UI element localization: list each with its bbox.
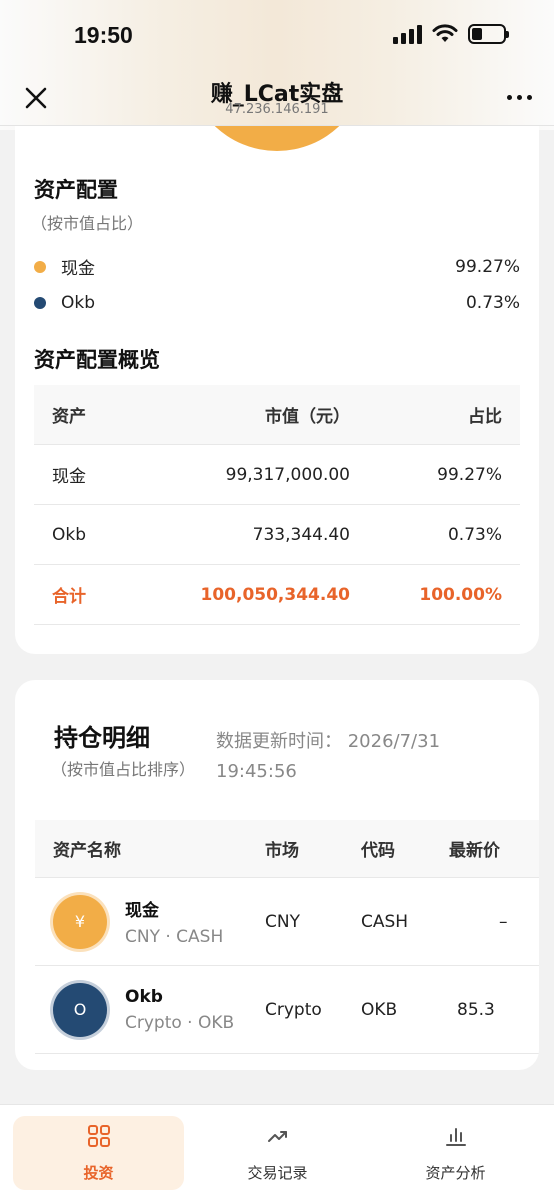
- tab-label: 交易记录: [247, 1163, 308, 1182]
- allocation-card: 资产配置 （按市值占比） 现金 99.27% Okb 0.73% 资产配置概览 …: [15, 126, 539, 654]
- table-row[interactable]: O Okb Crypto · OKB Crypto OKB 85.3: [35, 966, 539, 1054]
- cash-coin-icon: ¥: [53, 894, 107, 949]
- asset-text: 现金 CNY · CASH: [125, 896, 223, 947]
- legend-label: Okb: [61, 293, 96, 313]
- header-ratio: 占比: [468, 407, 502, 427]
- trend-icon: [267, 1130, 287, 1142]
- asset-name: 现金: [125, 901, 159, 921]
- grid-icon: [87, 1124, 110, 1147]
- status-time: 19:50: [74, 22, 133, 48]
- more-icon[interactable]: [507, 95, 532, 100]
- legend-dot: [34, 260, 46, 273]
- header-price: 最新价: [449, 841, 500, 861]
- holdings-table[interactable]: 资产名称 市场 代码 最新价 ¥ 现金 CNY · CASH CNY CASH …: [35, 820, 539, 1054]
- cell-price: 85.3: [457, 999, 495, 1020]
- tab-label: 投资: [83, 1163, 114, 1182]
- cell-asset: 现金: [52, 467, 86, 487]
- total-label: 合计: [52, 587, 86, 607]
- status-icons: [393, 24, 509, 44]
- asset-cell: O Okb Crypto · OKB: [35, 982, 265, 1037]
- overview-title: 资产配置概览: [34, 348, 160, 372]
- tab-trade-records[interactable]: 交易记录: [192, 1116, 363, 1190]
- tab-invest[interactable]: 投资: [13, 1116, 184, 1190]
- tab-bar: 投资 交易记录 资产分析: [0, 1104, 554, 1200]
- asset-sub: Crypto · OKB: [125, 1012, 235, 1033]
- legend-item-okb: Okb 0.73%: [34, 293, 520, 313]
- scroll-content[interactable]: 资产配置 （按市值占比） 现金 99.27% Okb 0.73% 资产配置概览 …: [0, 126, 554, 1104]
- bar-chart-icon: [445, 1127, 466, 1146]
- cell-value: 99,317,000.00: [225, 464, 350, 485]
- table-row: 现金 99,317,000.00 99.27%: [34, 445, 520, 505]
- legend-label: 现金: [61, 259, 95, 279]
- battery-icon: [468, 24, 509, 44]
- pie-chart: [187, 126, 367, 151]
- table-total-row: 合计 100,050,344.40 100.00%: [34, 565, 520, 625]
- header-asset: 资产: [52, 407, 86, 427]
- asset-text: Okb Crypto · OKB: [125, 987, 234, 1033]
- overview-table: 资产 市值（元） 占比 现金 99,317,000.00 99.27% Okb …: [34, 385, 520, 625]
- holdings-title: 持仓明细: [54, 724, 150, 752]
- holdings-subtitle: （按市值占比排序）: [51, 760, 196, 779]
- legend-dot: [34, 297, 46, 309]
- okb-coin-icon: O: [53, 982, 107, 1037]
- signal-icon: [393, 24, 422, 44]
- header-asset-name: 资产名称: [53, 841, 121, 861]
- table-row[interactable]: ¥ 现金 CNY · CASH CNY CASH –: [35, 878, 539, 966]
- page-subtitle: 47.236.146.191: [225, 102, 329, 117]
- wifi-icon: [432, 24, 458, 42]
- cell-value: 733,344.40: [252, 524, 350, 545]
- cell-market: Crypto: [265, 999, 322, 1020]
- table-row: Okb 733,344.40 0.73%: [34, 505, 520, 565]
- legend-value: 0.73%: [465, 293, 520, 313]
- cell-price: –: [499, 911, 508, 932]
- table-header: 资产名称 市场 代码 最新价: [35, 820, 539, 878]
- asset-name: Okb: [125, 986, 163, 1007]
- header-code: 代码: [361, 841, 395, 861]
- header-market: 市场: [265, 841, 299, 861]
- legend-value: 99.27%: [455, 256, 520, 277]
- cell-asset: Okb: [52, 524, 87, 545]
- tab-label: 资产分析: [425, 1163, 486, 1182]
- cell-ratio: 0.73%: [447, 524, 502, 545]
- cell-code: OKB: [361, 999, 398, 1020]
- table-header: 资产 市值（元） 占比: [34, 385, 520, 445]
- tab-asset-analysis[interactable]: 资产分析: [370, 1116, 541, 1190]
- asset-sub: CNY · CASH: [125, 927, 224, 947]
- header-value: 市值（元）: [265, 407, 350, 427]
- asset-cell: ¥ 现金 CNY · CASH: [35, 894, 265, 949]
- allocation-subtitle: （按市值占比）: [31, 214, 144, 233]
- update-time: 数据更新时间： 2026/7/31 19:45:56: [216, 727, 506, 787]
- update-label: 数据更新时间：: [216, 731, 342, 752]
- allocation-title: 资产配置: [34, 178, 118, 202]
- total-value: 100,050,344.40: [200, 584, 351, 605]
- total-ratio: 100.00%: [419, 584, 502, 605]
- cell-market: CNY: [265, 911, 300, 932]
- cell-ratio: 99.27%: [437, 464, 502, 485]
- holdings-card: 持仓明细 （按市值占比排序） 数据更新时间： 2026/7/31 19:45:5…: [15, 680, 539, 1070]
- legend-item-cash: 现金 99.27%: [34, 254, 520, 279]
- cell-code: CASH: [361, 911, 409, 932]
